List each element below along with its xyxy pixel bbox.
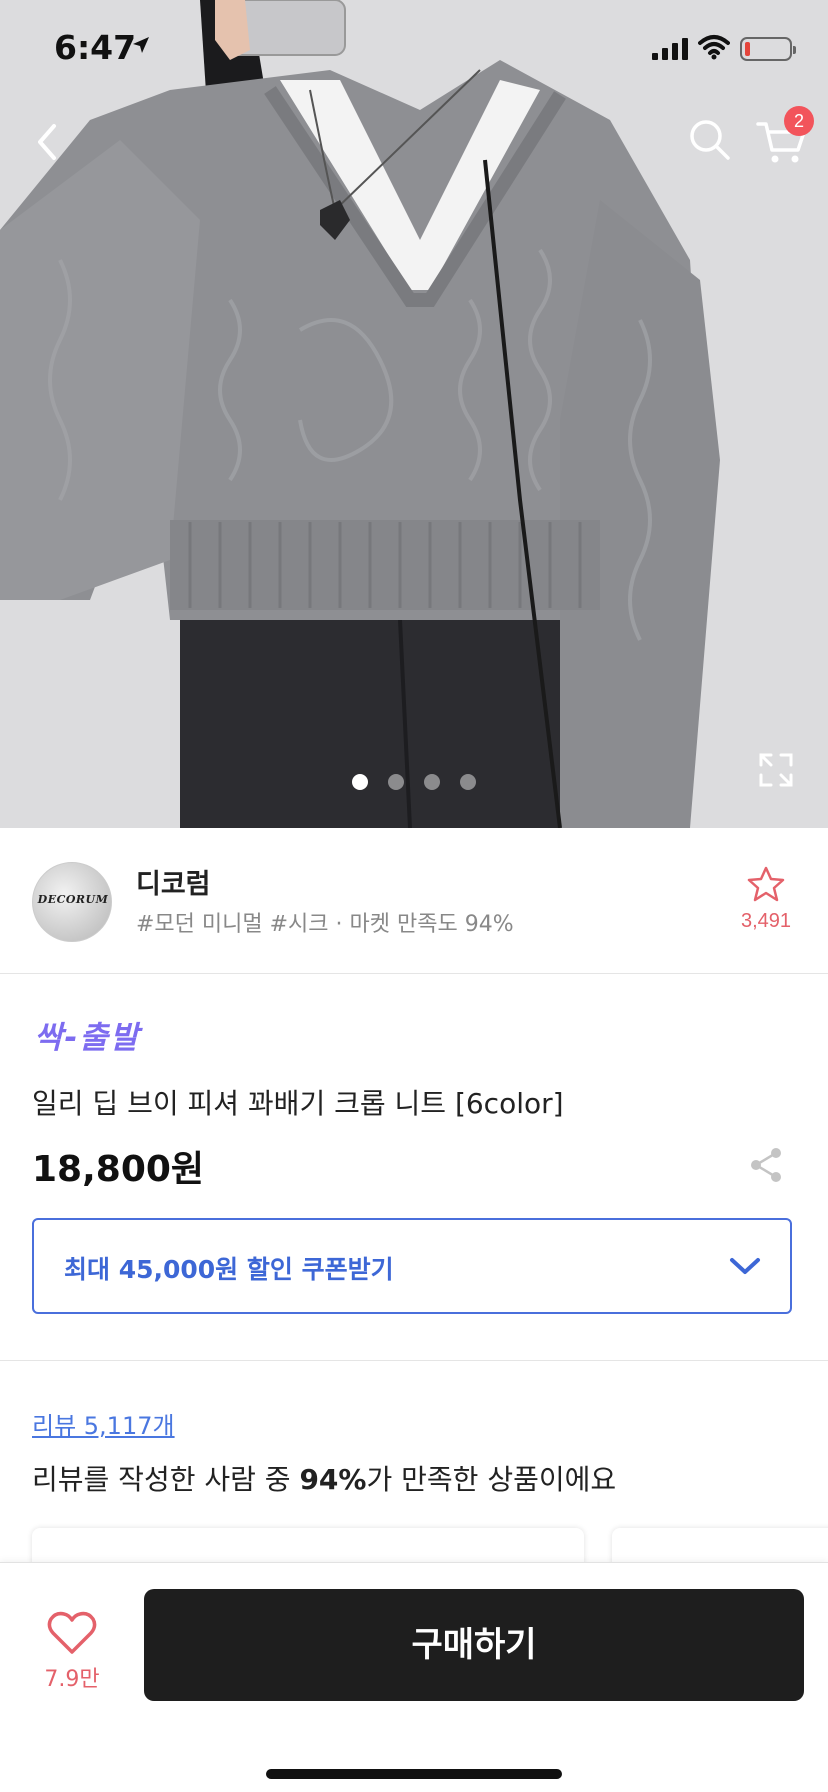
review-satisfaction-summary: 리뷰를 작성한 사람 중 94%가 만족한 상품이에요 (32, 1458, 616, 1498)
review-summary-suffix: 가 만족한 상품이에요 (366, 1463, 617, 1496)
shop-tags: #모던 미니멀 #시크 · 마켓 만족도 94% (136, 912, 514, 937)
favorite-shop-button[interactable]: 3,491 (734, 866, 798, 933)
chevron-down-icon (730, 1258, 760, 1274)
cart-count-badge: 2 (784, 106, 814, 136)
shop-name[interactable]: 디코럼 (136, 862, 211, 901)
coupon-download-button[interactable]: 최대 45,000원 할인 쿠폰받기 (32, 1218, 792, 1314)
gallery-page-indicator (352, 774, 476, 790)
location-arrow-icon (133, 37, 149, 53)
product-price: 18,800원 (32, 1149, 205, 1190)
heart-icon (47, 1611, 97, 1654)
shop-info-row[interactable]: DECORUM 디코럼 #모던 미니멀 #시크 · 마켓 만족도 94% 3,4… (0, 828, 828, 974)
buy-button[interactable]: 구매하기 (144, 1589, 804, 1701)
shop-logo-text: DECORUM (37, 893, 109, 906)
section-divider (0, 1360, 828, 1361)
like-button[interactable]: 7.9만 (32, 1611, 112, 1693)
bottom-action-bar: 7.9만 구매하기 (0, 1562, 828, 1792)
fast-delivery-badge: 싹-출발 (34, 1020, 141, 1056)
gallery-dot-4[interactable] (460, 774, 476, 790)
status-bar: 6:47 (0, 0, 828, 100)
review-summary-percent: 94% (299, 1463, 367, 1496)
gallery-dot-2[interactable] (388, 774, 404, 790)
signal-icon (652, 38, 688, 60)
expand-icon[interactable] (758, 752, 794, 788)
search-icon[interactable] (686, 116, 734, 164)
wifi-icon (698, 35, 730, 60)
like-count: 7.9만 (44, 1667, 100, 1692)
product-image-gallery[interactable]: 6:47 2 (0, 0, 828, 828)
share-icon[interactable] (748, 1146, 784, 1184)
battery-icon (740, 37, 796, 61)
back-arrow-icon[interactable] (26, 114, 70, 170)
gallery-dot-3[interactable] (424, 774, 440, 790)
gallery-dot-1[interactable] (352, 774, 368, 790)
shop-favorite-count: 3,491 (740, 910, 792, 932)
coupon-label: 최대 45,000원 할인 쿠폰받기 (64, 1255, 394, 1284)
product-title: 일리 딥 브이 피셔 꽈배기 크롭 니트 [6color] (32, 1087, 564, 1120)
review-count-link[interactable]: 리뷰 5,117개 (32, 1406, 175, 1441)
star-icon (747, 866, 785, 902)
review-summary-prefix: 리뷰를 작성한 사람 중 (32, 1463, 300, 1496)
home-indicator (266, 1769, 562, 1779)
shop-logo[interactable]: DECORUM (32, 862, 112, 942)
status-time: 6:47 (54, 28, 137, 67)
